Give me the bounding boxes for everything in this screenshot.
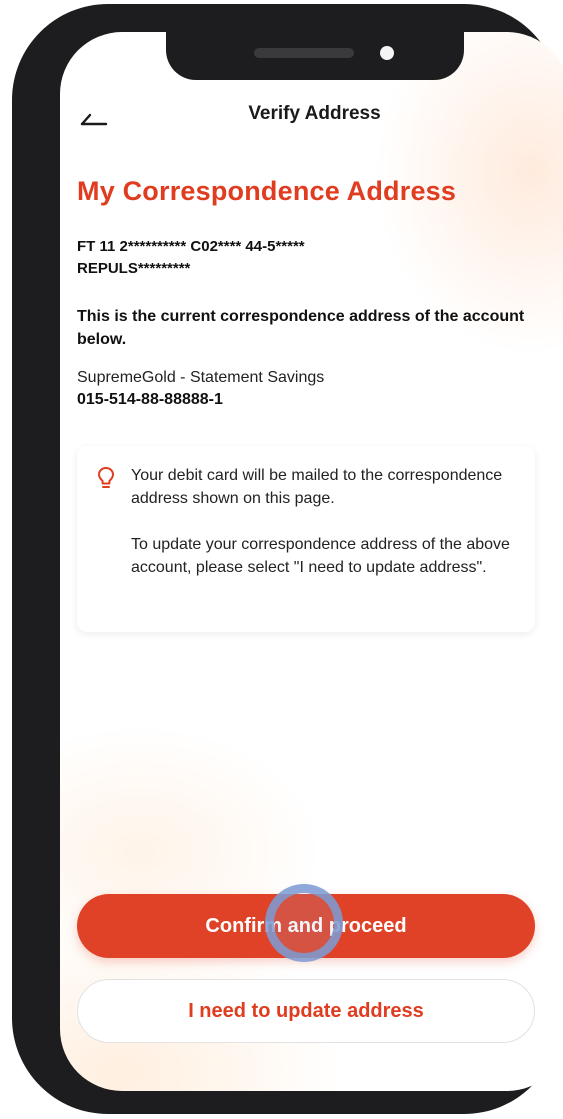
update-address-button[interactable]: I need to update address: [77, 979, 535, 1043]
info-card-mailing-note: Your debit card will be mailed to the co…: [131, 467, 503, 507]
info-card: Your debit card will be mailed to the co…: [77, 446, 535, 632]
masked-address-line2: REPULS*********: [77, 260, 191, 277]
masked-address: FT 11 2********** C02**** 44-5***** REPU…: [77, 236, 305, 280]
speaker: [254, 48, 354, 58]
side-button-volume-up: [18, 246, 26, 334]
address-description: This is the current correspondence addre…: [77, 308, 525, 348]
side-button-volume-down: [18, 370, 26, 458]
side-button-mute: [18, 142, 26, 186]
page-title: My Correspondence Address: [77, 176, 457, 206]
account-name: SupremeGold - Statement Savings: [77, 369, 325, 386]
phone-frame: Verify Address My Correspondence Address…: [12, 4, 563, 1114]
lightbulb-icon: [97, 466, 115, 490]
info-card-update-note: To update your correspondence address of…: [131, 536, 510, 576]
screen: Verify Address My Correspondence Address…: [60, 32, 563, 1091]
masked-address-line1: FT 11 2********** C02**** 44-5*****: [77, 238, 305, 255]
account-number: 015-514-88-88888-1: [77, 391, 223, 408]
notch: [166, 32, 464, 80]
header-title: Verify Address: [248, 103, 381, 124]
header-bar: Verify Address: [60, 98, 563, 134]
confirm-and-proceed-button[interactable]: Confirm and proceed: [77, 894, 535, 958]
front-camera: [380, 46, 394, 60]
